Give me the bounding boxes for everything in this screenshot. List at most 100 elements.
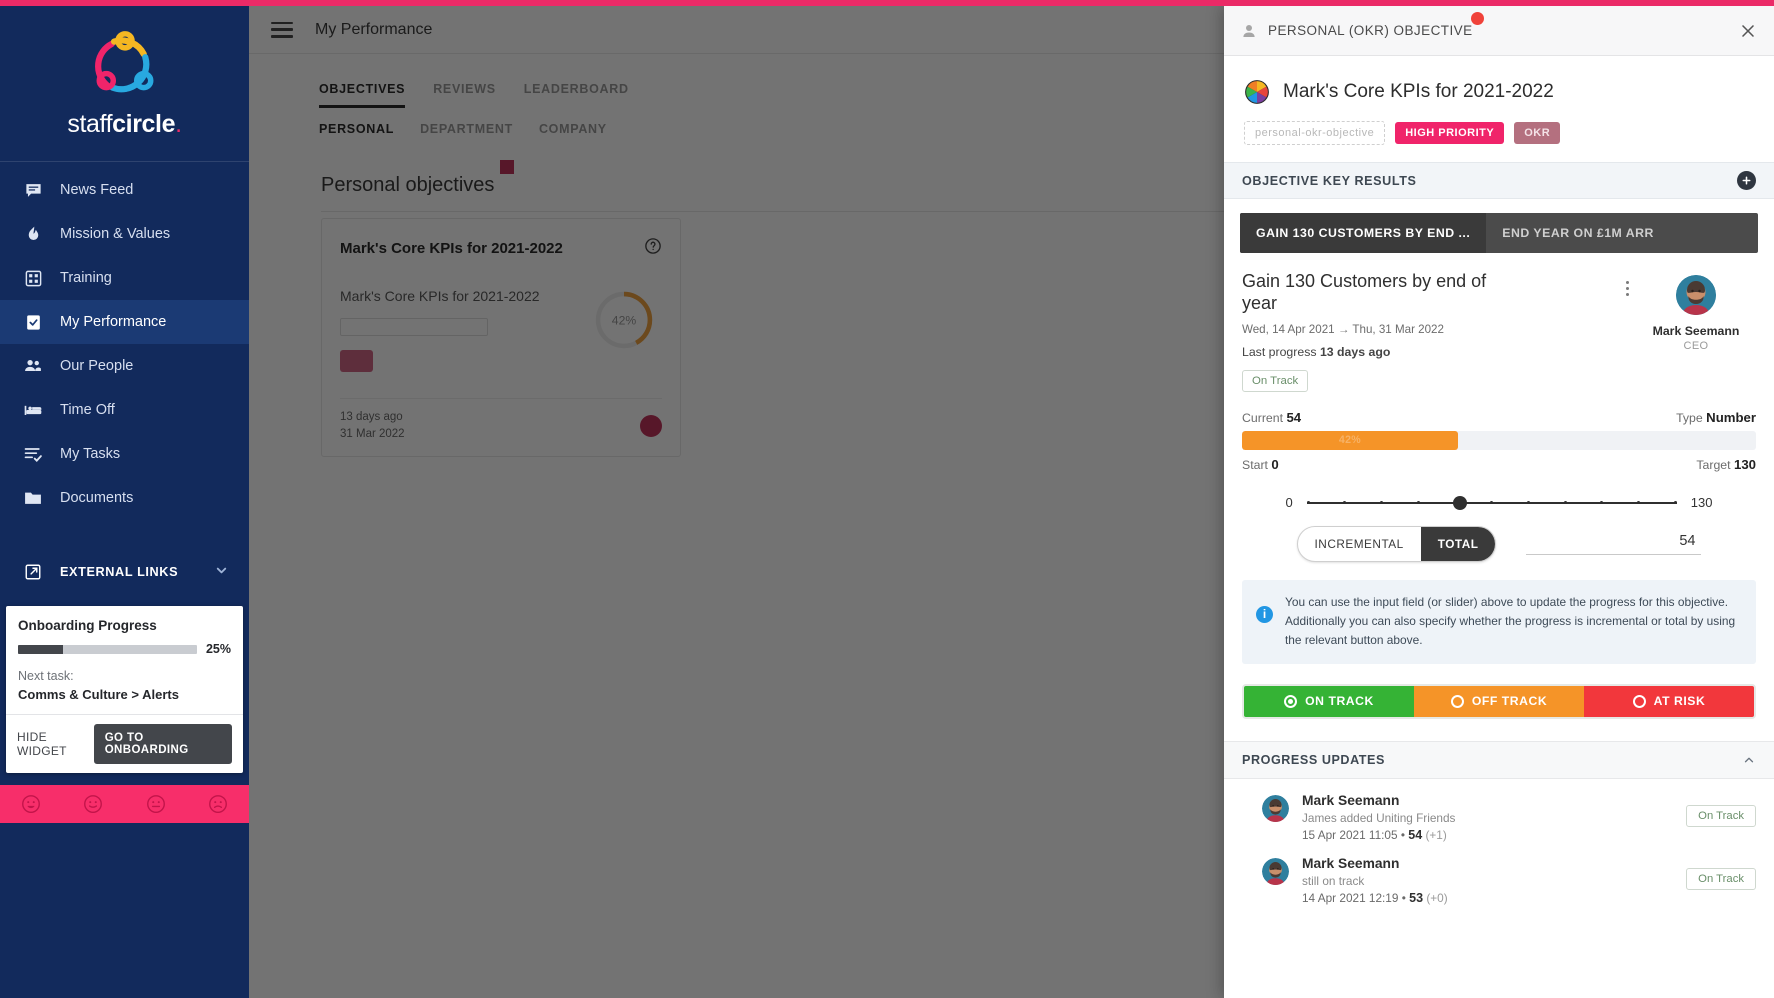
update-author: Mark Seemann <box>1302 792 1400 808</box>
progress-slider[interactable] <box>1306 494 1677 512</box>
key-result-main: Gain 130 Customers by end of year Wed, 1… <box>1224 253 1774 392</box>
info-icon: i <box>1256 605 1273 623</box>
onboarding-progress: 25% <box>18 642 231 656</box>
status-at-risk-button[interactable]: AT RISK <box>1584 685 1754 717</box>
info-text: You can use the input field (or slider) … <box>1285 594 1736 648</box>
avatar[interactable] <box>1676 275 1716 315</box>
brand-name-thin: staff <box>67 110 113 138</box>
avatar <box>1262 857 1289 885</box>
hide-widget-button[interactable]: HIDE WIDGET <box>17 730 94 758</box>
mission-values-icon <box>22 223 44 245</box>
chip-priority[interactable]: HIGH PRIORITY <box>1395 122 1505 144</box>
update-note: still on track <box>1302 873 1365 888</box>
onboarding-widget: Onboarding Progress 25% Next task: Comms… <box>6 606 243 773</box>
sidebar-item-label: Our People <box>60 358 134 374</box>
go-to-onboarding-button[interactable]: GO TO ONBOARDING <box>93 724 232 764</box>
plus-icon[interactable] <box>1737 171 1756 190</box>
sidebar-item-training[interactable]: Training <box>0 256 249 300</box>
sidebar-item-time-off[interactable]: Time Off <box>0 388 249 432</box>
target-value: 130 <box>1733 456 1756 472</box>
top-accent-bar <box>0 0 1774 6</box>
objective-detail-panel: PERSONAL (OKR) OBJECTIVE Mark's Core KPI… <box>1224 6 1774 998</box>
incremental-button[interactable]: INCREMENTAL <box>1298 527 1421 561</box>
status-selector: ON TRACK OFF TRACK AT RISK <box>1242 683 1756 719</box>
current-value: 54 <box>1286 409 1302 425</box>
status-off-track-button[interactable]: OFF TRACK <box>1414 685 1584 717</box>
progress-updates-title: PROGRESS UPDATES <box>1242 752 1385 767</box>
list-item[interactable]: Mark Seemann still on track 14 Apr 2021 … <box>1242 842 1756 905</box>
sidebar-item-our-people[interactable]: Our People <box>0 344 249 388</box>
mood-happy-icon[interactable] <box>82 793 104 815</box>
sidebar: staffcircle. News Feed Mission & Values <box>0 0 249 998</box>
slider-ticks <box>1306 500 1677 505</box>
key-results-body: GAIN 130 CUSTOMERS BY END ... END YEAR O… <box>1224 199 1774 253</box>
progress-top-row: Current 54 Type Number <box>1242 410 1756 425</box>
total-button[interactable]: TOTAL <box>1420 526 1496 561</box>
onboarding-progress-fill <box>18 644 63 654</box>
update-timestamp: 14 Apr 2021 12:19 <box>1302 890 1399 905</box>
target-label: Target <box>1696 457 1731 472</box>
slider-max-label: 130 <box>1690 495 1713 511</box>
mood-neutral-icon[interactable] <box>145 793 167 815</box>
radio-unselected-icon <box>1450 694 1464 708</box>
progress-updates-header[interactable]: PROGRESS UPDATES <box>1224 740 1774 779</box>
progress-bar-track: 42% <box>1242 430 1756 450</box>
my-performance-icon <box>22 311 44 333</box>
sidebar-item-news-feed[interactable]: News Feed <box>0 168 249 212</box>
list-item[interactable]: Mark Seemann James added Uniting Friends… <box>1242 779 1756 842</box>
progress-bar-percent: 42% <box>1338 434 1361 447</box>
sidebar-item-external-links[interactable]: EXTERNAL LINKS <box>0 546 249 598</box>
sidebar-item-mission-values[interactable]: Mission & Values <box>0 212 249 256</box>
status-on-track-button[interactable]: ON TRACK <box>1244 685 1414 717</box>
owner-name: Mark Seemann <box>1652 324 1740 338</box>
training-icon <box>22 267 44 289</box>
onboarding-title: Onboarding Progress <box>18 618 157 633</box>
mood-very-happy-icon[interactable] <box>20 793 42 815</box>
mood-sad-icon[interactable] <box>207 793 229 815</box>
key-result-tab-1[interactable]: GAIN 130 CUSTOMERS BY END ... <box>1240 213 1487 253</box>
our-people-icon <box>22 355 44 377</box>
external-link-icon <box>22 561 44 583</box>
person-icon <box>1240 22 1258 40</box>
chip-tag[interactable]: personal-okr-objective <box>1244 121 1386 145</box>
brand-logo[interactable]: staffcircle. <box>0 0 249 161</box>
sidebar-nav: News Feed Mission & Values Training My P… <box>0 162 249 520</box>
onboarding-progress-track <box>18 644 197 654</box>
sidebar-item-my-tasks[interactable]: My Tasks <box>0 432 249 476</box>
progress-slider-block: 0 130 <box>1224 472 1774 512</box>
update-delta: (+1) <box>1425 827 1447 842</box>
app-root: staffcircle. News Feed Mission & Values <box>0 0 1774 998</box>
time-off-icon <box>22 399 44 421</box>
onboarding-footer: HIDE WIDGET GO TO ONBOARDING <box>6 714 243 773</box>
info-box: i You can use the input field (or slider… <box>1242 579 1756 664</box>
radio-unselected-icon <box>1632 694 1646 708</box>
chevron-down-icon[interactable] <box>214 563 229 581</box>
more-vertical-icon[interactable] <box>1618 281 1636 296</box>
sidebar-item-documents[interactable]: Documents <box>0 476 249 520</box>
sidebar-item-label: My Performance <box>60 314 167 330</box>
panel-scroll-area[interactable]: Mark's Core KPIs for 2021-2022 personal-… <box>1224 56 1774 998</box>
brand-wordmark: staffcircle. <box>67 110 182 138</box>
key-result-tab-2[interactable]: END YEAR ON £1M ARR <box>1486 213 1670 253</box>
last-progress-value: 13 days ago <box>1319 344 1391 359</box>
update-value: 53 <box>1409 890 1424 905</box>
progress-bar-fill: 42% <box>1242 430 1458 450</box>
radio-selected-icon <box>1284 694 1298 708</box>
sidebar-item-label: Training <box>60 270 112 286</box>
chip-okr[interactable]: OKR <box>1514 122 1561 144</box>
key-results-section-title: OBJECTIVE KEY RESULTS <box>1242 173 1417 188</box>
brand-name-bold: circle <box>112 110 176 138</box>
onboarding-next-task[interactable]: Comms & Culture > Alerts <box>18 687 231 702</box>
update-timestamp: 15 Apr 2021 11:05 <box>1302 827 1398 842</box>
objective-chips: personal-okr-objective HIGH PRIORITY OKR <box>1224 105 1774 162</box>
sidebar-item-my-performance[interactable]: My Performance <box>0 300 249 344</box>
update-delta: (+0) <box>1426 890 1448 905</box>
slider-knob[interactable] <box>1453 495 1468 510</box>
onboarding-progress-percent: 25% <box>205 642 231 656</box>
update-author: Mark Seemann <box>1302 855 1400 871</box>
avatar <box>1262 794 1289 822</box>
close-icon[interactable] <box>1738 21 1758 41</box>
progress-input[interactable]: 54 <box>1526 533 1702 555</box>
chevron-up-icon[interactable] <box>1742 753 1756 767</box>
panel-notification-badge <box>1470 12 1484 25</box>
